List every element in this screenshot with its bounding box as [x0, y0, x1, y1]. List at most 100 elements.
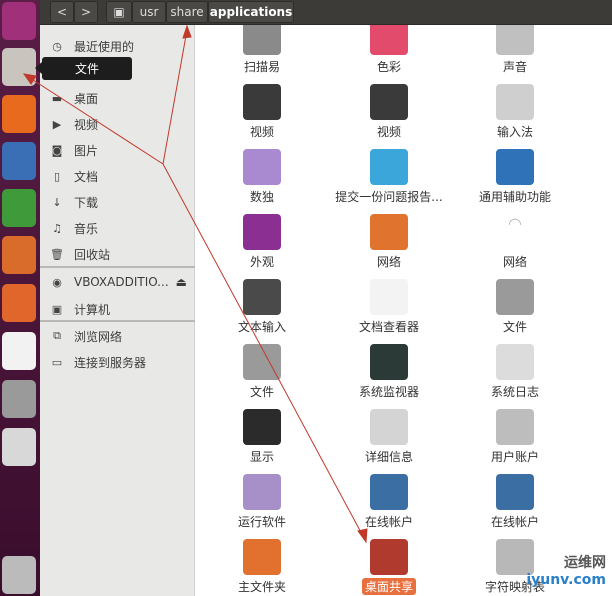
file-item[interactable]: 运行软件 [202, 474, 322, 536]
file-item-label: 文件 [249, 385, 274, 399]
file-item[interactable]: 提交一份问题报告... [329, 149, 449, 211]
file-item[interactable]: 通用辅助功能 [455, 149, 575, 211]
sidebar-item[interactable]: ▶ 视频 [40, 113, 195, 135]
monitor-icon [243, 214, 281, 250]
file-item[interactable]: 主文件夹 [202, 539, 322, 596]
file-item[interactable]: 桌面共享 [329, 539, 449, 596]
launcher-files[interactable] [2, 48, 36, 86]
launcher-tooltip: 文件 [35, 57, 132, 80]
file-item[interactable]: 在线帐户 [329, 474, 449, 536]
watermark-url: iyunv.com [526, 572, 606, 588]
file-item-label: 输入法 [496, 125, 533, 139]
file-item-label: 在线帐户 [490, 515, 539, 529]
users-icon [496, 409, 534, 445]
file-item[interactable]: 系统日志 [455, 344, 575, 406]
music-icon: ♫ [52, 221, 62, 235]
launcher-calc[interactable] [2, 189, 36, 227]
file-item[interactable]: ◠ 网络 [455, 214, 575, 276]
file-item-label: 桌面共享 [361, 578, 416, 595]
online-accounts-icon [496, 474, 534, 510]
launcher-software-center[interactable] [2, 284, 36, 322]
file-item[interactable]: 视频 [202, 84, 322, 146]
launcher-dvd[interactable] [2, 428, 36, 466]
evince-icon [370, 279, 408, 315]
forward-button[interactable]: > [74, 1, 98, 23]
sidebar-item[interactable]: ⧉ 浏览网络 [40, 325, 195, 347]
computer-icon: ▣ [51, 302, 63, 316]
file-item-label: 系统监视器 [358, 385, 419, 399]
sidebar-item[interactable]: ♫ 音乐 [40, 217, 195, 239]
sidebar-item-label: 计算机 [74, 302, 111, 317]
sidebar-item[interactable]: ▣ 计算机 [40, 298, 195, 320]
crumb-usr[interactable]: usr [132, 1, 166, 23]
sidebar-item[interactable]: ↓ 下载 [40, 191, 195, 213]
network-folder-icon [370, 214, 408, 250]
file-item[interactable]: 系统监视器 [329, 344, 449, 406]
crumb-share[interactable]: share [166, 1, 208, 23]
file-item[interactable]: 用户账户 [455, 409, 575, 471]
file-item-label: 通用辅助功能 [478, 190, 551, 204]
keyboard-icon [496, 84, 534, 120]
sidebar-item[interactable]: ▬ 桌面 [40, 87, 195, 109]
camera-icon: ◙ [51, 143, 63, 157]
file-item[interactable]: 视频 [329, 84, 449, 146]
eject-icon[interactable]: ⏏ [176, 275, 187, 289]
file-item-label: 显示 [249, 450, 274, 464]
run-software-icon [243, 474, 281, 510]
file-item-label: 文档查看器 [358, 320, 419, 334]
clapperboard-icon [370, 84, 408, 120]
wifi-icon: ◠ [496, 214, 534, 250]
file-item[interactable]: 扫描易 [202, 25, 322, 81]
sidebar-item[interactable]: ◙ 图片 [40, 139, 195, 161]
crumb-applications[interactable]: applications [208, 1, 294, 23]
file-item[interactable]: 文本输入 [202, 279, 322, 341]
sidebar-item-label: 连接到服务器 [74, 355, 147, 370]
crumb-root[interactable]: ▣ [106, 1, 132, 23]
sidebar-item[interactable]: ◷ 最近使用的 [40, 35, 195, 57]
file-item[interactable]: 文档查看器 [329, 279, 449, 341]
launcher [0, 0, 40, 596]
file-item[interactable]: 在线帐户 [455, 474, 575, 536]
sidebar-item[interactable]: ▯ 文档 [40, 165, 195, 187]
file-item[interactable]: 数独 [202, 149, 322, 211]
file-item[interactable]: 鼠 [581, 84, 612, 146]
back-button[interactable]: < [50, 1, 74, 23]
file-item[interactable]: 文件 [455, 279, 575, 341]
sidebar-item[interactable]: 🗑 回收站 [40, 243, 195, 265]
file-item[interactable]: 网络 [329, 214, 449, 276]
file-item[interactable]: 声音 [455, 25, 575, 81]
launcher-ubuntu-dash[interactable] [2, 2, 36, 40]
home-folder-icon [243, 539, 281, 575]
file-item[interactable]: 显示 [202, 409, 322, 471]
sidebar-item[interactable]: ▭ 连接到服务器 [40, 351, 195, 373]
document-icon: ▯ [53, 169, 61, 183]
launcher-trash[interactable] [2, 556, 36, 594]
launcher-amazon[interactable] [2, 332, 36, 370]
sidebar-item-label: 桌面 [74, 91, 99, 106]
toolbar: < > ▣ usr share applications [40, 0, 612, 25]
file-item[interactable]: 文件 [202, 344, 322, 406]
launcher-system-settings[interactable] [2, 380, 36, 418]
disc-icon: ◉ [52, 275, 62, 289]
file-item-label: 在线帐户 [364, 515, 413, 529]
sidebar-item-label: 文档 [74, 169, 99, 184]
file-item-label: 视频 [376, 125, 401, 139]
file-item[interactable]: 色彩 [329, 25, 449, 81]
launcher-impress[interactable] [2, 236, 36, 274]
file-grid: 扫描易 色彩 声音视频 视频 输入法 鼠数独 提交一份问题报告... 通用辅助功能外观 网络 ◠ 网… [195, 25, 612, 596]
clock-icon: ◷ [52, 39, 62, 53]
log-icon [496, 344, 534, 380]
trash-icon: 🗑 [50, 247, 64, 261]
file-item[interactable]: 输入法 [455, 84, 575, 146]
launcher-writer[interactable] [2, 142, 36, 180]
file-item[interactable]: 详细信息 [329, 409, 449, 471]
clapperboard-icon [243, 84, 281, 120]
file-item-label: 数独 [249, 190, 274, 204]
display-icon [243, 409, 281, 445]
launcher-firefox[interactable] [2, 95, 36, 133]
file-item-label: 文本输入 [237, 320, 286, 334]
sidebar-item[interactable]: ◉ VBOXADDITIO... ⏏ [40, 271, 195, 293]
file-item[interactable]: 外观 [202, 214, 322, 276]
sidebar-divider [40, 320, 195, 322]
file-item-label: 用户账户 [490, 450, 539, 464]
